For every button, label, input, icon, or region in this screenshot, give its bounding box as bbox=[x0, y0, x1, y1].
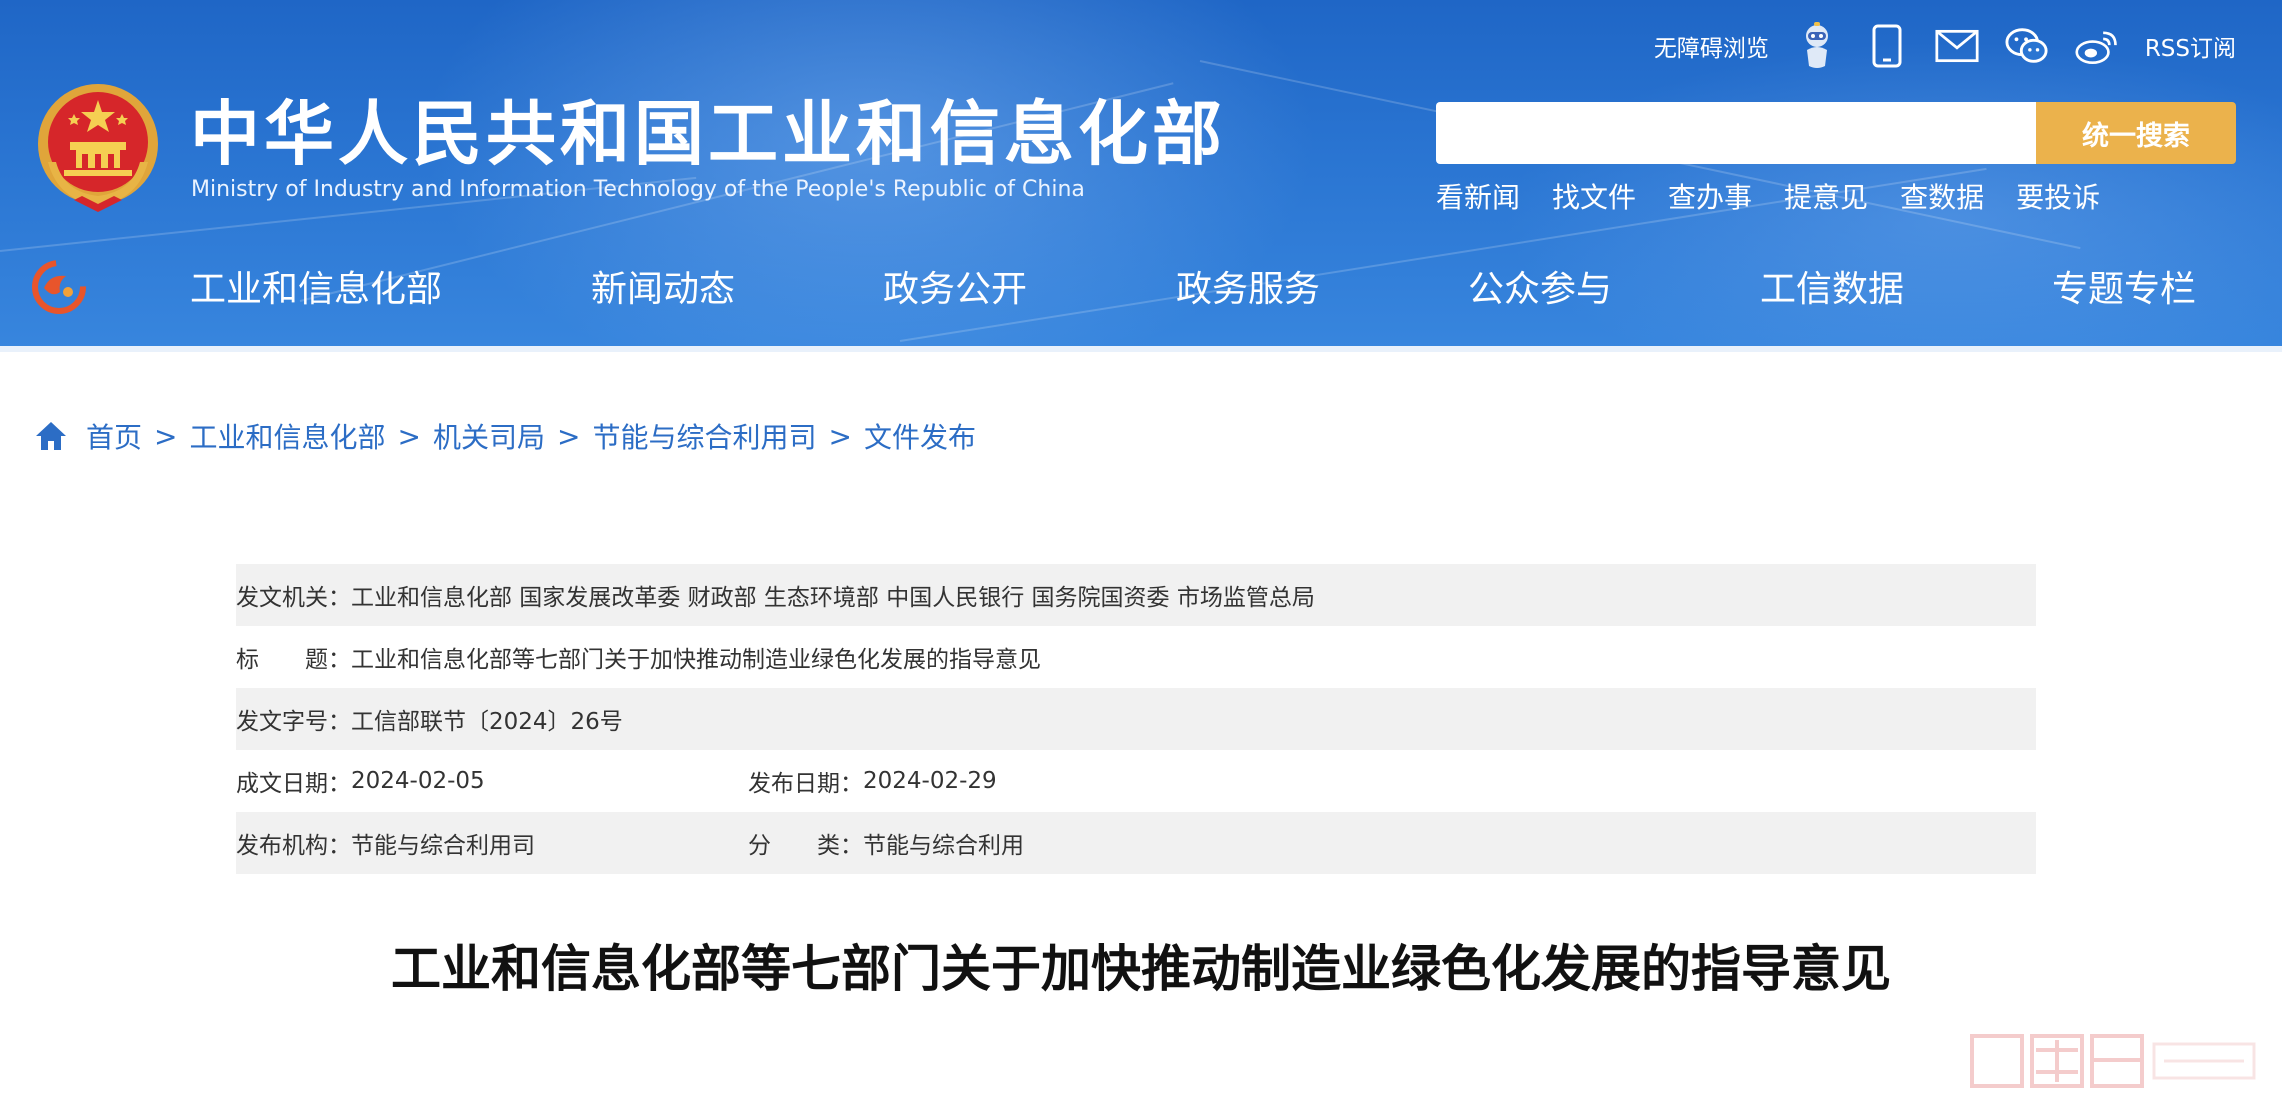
breadcrumb-separator: > bbox=[828, 419, 852, 453]
meta-label: 发布日期： bbox=[748, 771, 863, 797]
quick-link-data[interactable]: 查数据 bbox=[1900, 176, 1984, 216]
quick-link-feedback[interactable]: 提意见 bbox=[1784, 176, 1868, 216]
meta-value: 2024-02-05 bbox=[351, 768, 485, 794]
breadcrumb-separator: > bbox=[397, 419, 421, 453]
site-title: 中华人民共和国工业和信息化部 bbox=[190, 93, 1226, 175]
meta-row-org: 发布机构： 节能与综合利用司 分 类： 节能与综合利用 bbox=[236, 812, 2036, 874]
weibo-icon[interactable] bbox=[2075, 24, 2119, 68]
meta-label: 分 类： bbox=[748, 833, 863, 859]
nav-item-news[interactable]: 新闻动态 bbox=[591, 258, 735, 322]
article-title: 工业和信息化部等七部门关于加快推动制造业绿色化发展的指导意见 bbox=[391, 940, 1891, 998]
meta-row-doc-number: 发文字号： 工信部联节〔2024〕26号 bbox=[236, 688, 2036, 750]
mobile-phone-icon[interactable] bbox=[1865, 24, 1909, 68]
meta-label: 发文机关： bbox=[236, 585, 351, 611]
rss-link[interactable]: RSS订阅 bbox=[2145, 29, 2236, 63]
meta-label: 发文字号： bbox=[236, 709, 351, 735]
quick-link-news[interactable]: 看新闻 bbox=[1436, 176, 1520, 216]
breadcrumb-documents[interactable]: 文件发布 bbox=[864, 416, 976, 456]
mail-icon[interactable] bbox=[1935, 24, 1979, 68]
meta-value: 节能与综合利用 bbox=[863, 833, 1024, 859]
search-input[interactable] bbox=[1436, 102, 2036, 164]
national-emblem-icon[interactable] bbox=[34, 82, 162, 214]
search-button[interactable]: 统一搜索 bbox=[2036, 102, 2236, 164]
meta-row-dates: 成文日期： 2024-02-05 发布日期： 2024-02-29 bbox=[236, 750, 2036, 812]
meta-label: 标 题： bbox=[236, 647, 351, 673]
meta-label: 发布机构： bbox=[236, 833, 351, 859]
header-bottom-bar bbox=[0, 346, 2282, 352]
robot-assistant-icon[interactable] bbox=[1795, 22, 1839, 68]
nav-item-ministry[interactable]: 工业和信息化部 bbox=[190, 258, 442, 322]
breadcrumb-home[interactable]: 首页 bbox=[86, 416, 142, 456]
quick-link-files[interactable]: 找文件 bbox=[1552, 176, 1636, 216]
meta-row-title: 标 题： 工业和信息化部等七部门关于加快推动制造业绿色化发展的指导意见 bbox=[236, 626, 2036, 688]
quick-link-services[interactable]: 查办事 bbox=[1668, 176, 1752, 216]
watermark-logo bbox=[1970, 1034, 2256, 1088]
meta-value: 节能与综合利用司 bbox=[351, 833, 535, 859]
meta-value: 2024-02-29 bbox=[863, 768, 997, 794]
top-utility-bar: 无障碍浏览 RSS订阅 bbox=[1654, 18, 2236, 74]
breadcrumb-separator: > bbox=[556, 419, 581, 453]
meta-value: 工业和信息化部等七部门关于加快推动制造业绿色化发展的指导意见 bbox=[351, 647, 1041, 673]
meta-cell: 成文日期： 2024-02-05 bbox=[236, 764, 748, 798]
meta-value: 工业和信息化部 国家发展改革委 财政部 生态环境部 中国人民银行 国务院国资委 … bbox=[351, 585, 1315, 611]
meta-cell: 发布日期： 2024-02-29 bbox=[748, 764, 997, 798]
document-meta-table: 发文机关： 工业和信息化部 国家发展改革委 财政部 生态环境部 中国人民银行 国… bbox=[236, 564, 2036, 874]
nav-item-topics[interactable]: 专题专栏 bbox=[2052, 258, 2196, 322]
quick-links: 看新闻 找文件 查办事 提意见 查数据 要投诉 bbox=[1436, 176, 2100, 216]
breadcrumb-separator: > bbox=[154, 419, 178, 453]
site-subtitle: Ministry of Industry and Information Tec… bbox=[191, 177, 1085, 202]
quick-link-complaint[interactable]: 要投诉 bbox=[2016, 176, 2100, 216]
wechat-icon[interactable] bbox=[2005, 24, 2049, 68]
breadcrumb-departments[interactable]: 机关司局 bbox=[433, 416, 545, 456]
meta-label: 成文日期： bbox=[236, 771, 351, 797]
nav-item-gov-affairs[interactable]: 政务公开 bbox=[883, 258, 1027, 322]
meta-cell: 发布机构： 节能与综合利用司 bbox=[236, 826, 748, 860]
accessibility-link[interactable]: 无障碍浏览 bbox=[1654, 29, 1769, 63]
meta-value: 工信部联节〔2024〕26号 bbox=[351, 709, 623, 735]
miit-logo-icon[interactable] bbox=[30, 258, 88, 316]
main-nav: 工业和信息化部 新闻动态 政务公开 政务服务 公众参与 工信数据 专题专栏 bbox=[190, 258, 2280, 322]
nav-item-public-participation[interactable]: 公众参与 bbox=[1468, 258, 1612, 322]
page: 中华人民共和国工业和信息化部 Ministry of Industry and … bbox=[0, 0, 2282, 1116]
site-header: 中华人民共和国工业和信息化部 Ministry of Industry and … bbox=[0, 0, 2282, 352]
meta-cell: 分 类： 节能与综合利用 bbox=[748, 826, 1024, 860]
breadcrumb-energy-dept[interactable]: 节能与综合利用司 bbox=[592, 416, 816, 456]
home-icon[interactable] bbox=[34, 419, 68, 453]
nav-item-data[interactable]: 工信数据 bbox=[1760, 258, 1904, 322]
breadcrumb: 首页 > 工业和信息化部 > 机关司局 > 节能与综合利用司 > 文件发布 bbox=[34, 412, 976, 460]
meta-row-issuer: 发文机关： 工业和信息化部 国家发展改革委 财政部 生态环境部 中国人民银行 国… bbox=[236, 564, 2036, 626]
nav-item-gov-services[interactable]: 政务服务 bbox=[1176, 258, 1320, 322]
breadcrumb-ministry[interactable]: 工业和信息化部 bbox=[189, 416, 385, 456]
